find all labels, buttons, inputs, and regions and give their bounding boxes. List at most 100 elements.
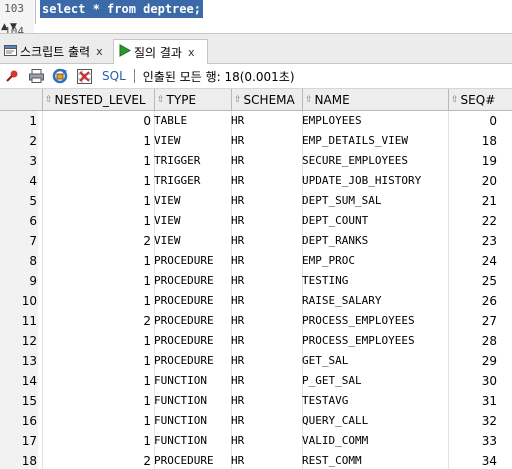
cell-seq[interactable]: 18: [448, 131, 498, 151]
row-number-cell[interactable]: 17: [0, 431, 38, 451]
cell-type[interactable]: FUNCTION: [154, 391, 230, 411]
cell-schema[interactable]: HR: [231, 111, 301, 131]
cell-seq[interactable]: 27: [448, 311, 498, 331]
cell-schema[interactable]: HR: [231, 311, 301, 331]
cell-name[interactable]: DEPT_RANKS: [302, 231, 447, 251]
result-grid[interactable]: 1 0 TABLE HR EMPLOYEES 0 2 1 VIEW HR EMP_DETAILS_V…: [0, 111, 512, 469]
table-row[interactable]: 16 1 FUNCTION HR QUERY_CALL 32: [0, 411, 512, 431]
cell-type[interactable]: PROCEDURE: [154, 271, 230, 291]
cell-type[interactable]: PROCEDURE: [154, 331, 230, 351]
cell-seq[interactable]: 26: [448, 291, 498, 311]
cell-name[interactable]: TESTING: [302, 271, 447, 291]
row-number-cell[interactable]: 10: [0, 291, 38, 311]
tab-close-button[interactable]: x: [96, 45, 103, 58]
row-number-cell[interactable]: 9: [0, 271, 38, 291]
cell-seq[interactable]: 31: [448, 391, 498, 411]
cell-type[interactable]: VIEW: [154, 211, 230, 231]
cell-seq[interactable]: 24: [448, 251, 498, 271]
row-number-cell[interactable]: 5: [0, 191, 38, 211]
sql-link[interactable]: SQL: [102, 69, 126, 83]
cell-seq[interactable]: 20: [448, 171, 498, 191]
cell-type[interactable]: PROCEDURE: [154, 291, 230, 311]
table-row[interactable]: 10 1 PROCEDURE HR RAISE_SALARY 26: [0, 291, 512, 311]
cell-seq[interactable]: 19: [448, 151, 498, 171]
cell-seq[interactable]: 0: [448, 111, 498, 131]
cell-type[interactable]: VIEW: [154, 231, 230, 251]
cell-schema[interactable]: HR: [231, 211, 301, 231]
cell-nested-level[interactable]: 1: [42, 131, 152, 151]
cell-nested-level[interactable]: 1: [42, 251, 152, 271]
cell-seq[interactable]: 32: [448, 411, 498, 431]
cell-seq[interactable]: 33: [448, 431, 498, 451]
cell-name[interactable]: UPDATE_JOB_HISTORY: [302, 171, 447, 191]
row-number-cell[interactable]: 12: [0, 331, 38, 351]
cell-type[interactable]: VIEW: [154, 191, 230, 211]
cell-nested-level[interactable]: 2: [42, 311, 152, 331]
cell-name[interactable]: QUERY_CALL: [302, 411, 447, 431]
table-row[interactable]: 12 1 PROCEDURE HR PROCESS_EMPLOYEES 28: [0, 331, 512, 351]
cell-type[interactable]: PROCEDURE: [154, 351, 230, 371]
cell-schema[interactable]: HR: [231, 251, 301, 271]
row-number-cell[interactable]: 6: [0, 211, 38, 231]
table-row[interactable]: 1 0 TABLE HR EMPLOYEES 0: [0, 111, 512, 131]
cell-nested-level[interactable]: 2: [42, 231, 152, 251]
cell-type[interactable]: TRIGGER: [154, 151, 230, 171]
column-header-schema[interactable]: ⇧ SCHEMA: [231, 89, 302, 111]
cell-nested-level[interactable]: 1: [42, 351, 152, 371]
cell-type[interactable]: TRIGGER: [154, 171, 230, 191]
tab-script-output[interactable]: 스크립트 출력 x: [0, 39, 113, 64]
cell-nested-level[interactable]: 1: [42, 211, 152, 231]
cell-nested-level[interactable]: 0: [42, 111, 152, 131]
cell-name[interactable]: EMP_DETAILS_VIEW: [302, 131, 447, 151]
cell-name[interactable]: DEPT_SUM_SAL: [302, 191, 447, 211]
table-row[interactable]: 3 1 TRIGGER HR SECURE_EMPLOYEES 19: [0, 151, 512, 171]
cell-seq[interactable]: 29: [448, 351, 498, 371]
cell-type[interactable]: FUNCTION: [154, 431, 230, 451]
cell-seq[interactable]: 34: [448, 451, 498, 469]
cell-nested-level[interactable]: 1: [42, 391, 152, 411]
cell-schema[interactable]: HR: [231, 291, 301, 311]
cell-schema[interactable]: HR: [231, 431, 301, 451]
tab-close-button[interactable]: x: [188, 46, 195, 59]
cell-type[interactable]: PROCEDURE: [154, 451, 230, 469]
row-number-cell[interactable]: 3: [0, 151, 38, 171]
cell-schema[interactable]: HR: [231, 231, 301, 251]
cell-seq[interactable]: 21: [448, 191, 498, 211]
cell-seq[interactable]: 30: [448, 371, 498, 391]
cell-schema[interactable]: HR: [231, 451, 301, 469]
sql-editor[interactable]: 103 ▲ ▼ 104 select * from deptree;: [0, 0, 512, 34]
row-number-cell[interactable]: 1: [0, 111, 38, 131]
cell-nested-level[interactable]: 1: [42, 431, 152, 451]
cell-name[interactable]: EMPLOYEES: [302, 111, 447, 131]
table-row[interactable]: 13 1 PROCEDURE HR GET_SAL 29: [0, 351, 512, 371]
tab-query-result[interactable]: 질의 결과 x: [113, 39, 208, 64]
row-number-cell[interactable]: 2: [0, 131, 38, 151]
refresh-icon[interactable]: [52, 68, 68, 84]
cell-name[interactable]: TESTAVG: [302, 391, 447, 411]
cell-nested-level[interactable]: 1: [42, 411, 152, 431]
row-number-cell[interactable]: 16: [0, 411, 38, 431]
row-number-cell[interactable]: 18: [0, 451, 38, 469]
cell-name[interactable]: VALID_COMM: [302, 431, 447, 451]
column-header-seq[interactable]: ⇧ SEQ#: [448, 89, 512, 111]
cell-nested-level[interactable]: 2: [42, 451, 152, 469]
cell-nested-level[interactable]: 1: [42, 171, 152, 191]
cell-nested-level[interactable]: 1: [42, 331, 152, 351]
cell-name[interactable]: SECURE_EMPLOYEES: [302, 151, 447, 171]
cell-schema[interactable]: HR: [231, 191, 301, 211]
table-row[interactable]: 17 1 FUNCTION HR VALID_COMM 33: [0, 431, 512, 451]
table-row[interactable]: 4 1 TRIGGER HR UPDATE_JOB_HISTORY 20: [0, 171, 512, 191]
row-number-cell[interactable]: 13: [0, 351, 38, 371]
cell-schema[interactable]: HR: [231, 151, 301, 171]
cell-name[interactable]: REST_COMM: [302, 451, 447, 469]
cell-seq[interactable]: 23: [448, 231, 498, 251]
table-row[interactable]: 5 1 VIEW HR DEPT_SUM_SAL 21: [0, 191, 512, 211]
cell-type[interactable]: TABLE: [154, 111, 230, 131]
cell-nested-level[interactable]: 1: [42, 191, 152, 211]
table-row[interactable]: 18 2 PROCEDURE HR REST_COMM 34: [0, 451, 512, 469]
print-icon[interactable]: [28, 68, 44, 84]
cell-schema[interactable]: HR: [231, 351, 301, 371]
cell-type[interactable]: PROCEDURE: [154, 251, 230, 271]
cell-seq[interactable]: 22: [448, 211, 498, 231]
row-number-cell[interactable]: 8: [0, 251, 38, 271]
